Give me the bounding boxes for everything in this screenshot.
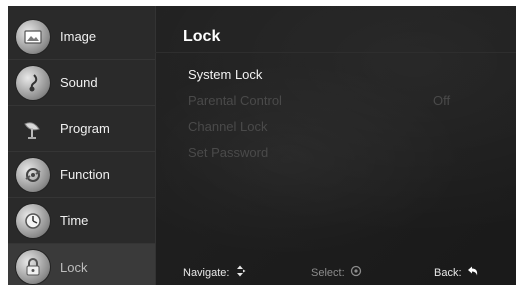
menu-row-label: System Lock — [188, 66, 263, 82]
ok-button-icon — [350, 265, 362, 280]
sidebar-item-label: Lock — [60, 259, 88, 275]
sidebar-item-function[interactable]: Function — [8, 152, 155, 198]
music-note-icon — [16, 65, 50, 100]
sidebar-item-image[interactable]: Image — [8, 14, 155, 60]
menu-row-label: Parental Control — [188, 92, 282, 108]
navigate-arrows-icon — [234, 265, 246, 280]
menu-row-system-lock[interactable]: System Lock — [188, 63, 498, 85]
image-icon — [16, 19, 50, 54]
page-title: Lock — [183, 28, 221, 45]
menu-row-parental-control[interactable]: Parental Control Off — [188, 89, 498, 111]
back-hint-label: Back: — [434, 266, 462, 279]
sidebar-item-label: Time — [60, 213, 89, 228]
sidebar-item-lock[interactable]: Lock — [8, 244, 155, 285]
sidebar-item-label: Image — [60, 29, 97, 44]
menu-row-channel-lock[interactable]: Channel Lock — [188, 115, 498, 137]
select-hint: Select: — [311, 265, 362, 280]
clock-icon — [16, 203, 50, 238]
menu-row-label: Set Password — [188, 144, 269, 160]
title-divider — [155, 52, 516, 53]
menu-row-set-password[interactable]: Set Password — [188, 141, 498, 163]
tv-menu-screen: Image Sound Program Function Time Lock L… — [8, 6, 516, 285]
back-arrow-icon — [467, 265, 479, 280]
navigate-hint: Navigate: — [183, 265, 246, 280]
function-icon — [16, 157, 50, 192]
hint-bar: Navigate: Select: Back: — [155, 259, 516, 285]
sidebar: Image Sound Program Function Time Lock — [8, 6, 156, 285]
padlock-icon — [16, 250, 50, 284]
menu-row-value: Off — [433, 92, 451, 108]
back-hint: Back: — [434, 265, 479, 280]
sidebar-item-sound[interactable]: Sound — [8, 60, 155, 106]
select-hint-label: Select: — [311, 266, 345, 279]
satellite-dish-icon — [16, 112, 50, 146]
menu-row-label: Channel Lock — [188, 118, 268, 134]
sidebar-item-label: Sound — [60, 75, 98, 90]
sidebar-item-program[interactable]: Program — [8, 106, 155, 152]
sidebar-item-label: Program — [60, 121, 110, 136]
sidebar-item-label: Function — [60, 167, 110, 182]
sidebar-item-time[interactable]: Time — [8, 198, 155, 244]
navigate-hint-label: Navigate: — [183, 266, 230, 279]
